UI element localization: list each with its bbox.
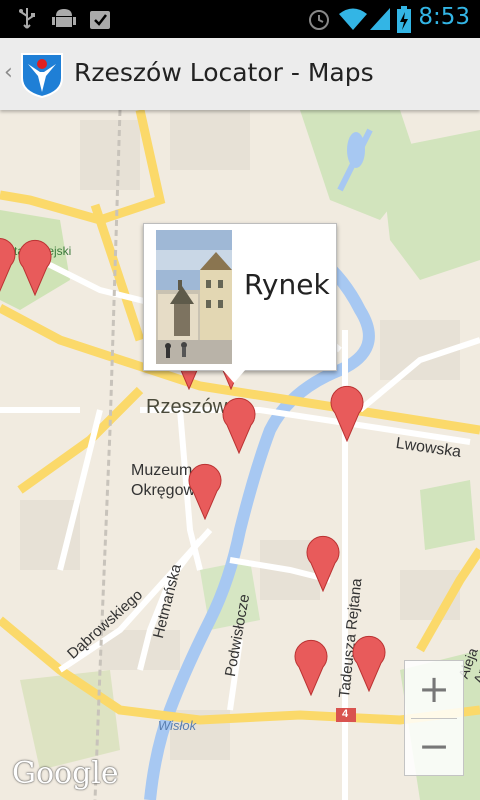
map-label-museum-line1: Muzeum	[131, 462, 193, 479]
map-marker-west[interactable]	[16, 236, 54, 296]
rzeszow-coat-of-arms-icon[interactable]	[20, 52, 64, 98]
zoom-in-button[interactable]: +	[405, 661, 463, 718]
zoom-out-button[interactable]: −	[405, 718, 463, 775]
info-window-pointer	[222, 369, 246, 383]
map-label-wislok: Wisłok	[158, 718, 197, 733]
usb-icon	[19, 8, 35, 29]
info-window-title: Rynek	[244, 268, 330, 301]
road-number-label: 4	[342, 708, 349, 720]
alarm-icon	[309, 10, 329, 30]
wifi-icon	[339, 8, 367, 30]
status-bar: 8:53	[0, 0, 480, 38]
battery-charging-icon	[397, 6, 411, 33]
map-marker-rejtana-south-left[interactable]	[292, 636, 330, 696]
up-navigation-icon[interactable]: ‹	[4, 60, 13, 85]
zoom-controls: + −	[404, 660, 464, 776]
signal-icon	[370, 8, 390, 30]
android-debug-icon	[52, 9, 76, 27]
app-title: Rzeszów Locator - Maps	[74, 58, 374, 87]
marker-info-window[interactable]: Rynek	[143, 223, 337, 383]
action-bar: ‹ Rzeszów Locator - Maps	[0, 38, 480, 110]
clock: 8:53	[418, 4, 470, 30]
map-marker-lwowska[interactable]	[328, 382, 366, 442]
map-marker-rejtana-south-right[interactable]	[350, 632, 388, 692]
rynek-town-hall-photo	[156, 230, 232, 364]
map-marker-museum[interactable]	[186, 460, 224, 520]
checklist-icon	[90, 11, 110, 29]
map-marker-rejtana-north[interactable]	[304, 532, 342, 592]
map-marker-rynek[interactable]	[220, 394, 258, 454]
google-attribution-logo: Google	[12, 756, 119, 791]
map-label-city: Rzeszów	[146, 396, 228, 418]
